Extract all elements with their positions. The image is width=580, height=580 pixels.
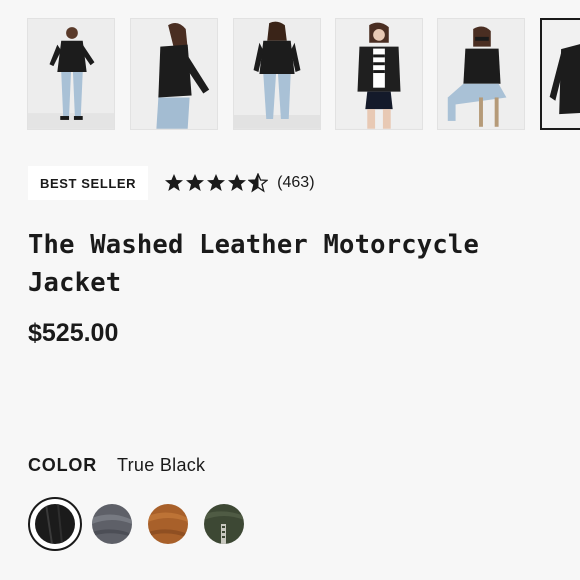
star-rating[interactable]: (463)	[164, 173, 315, 193]
swatch-cognac[interactable]	[148, 504, 188, 544]
thumbnail-front-full[interactable]	[27, 18, 115, 130]
thumbnail-back[interactable]	[233, 18, 321, 130]
swatch-slate-grey[interactable]	[92, 504, 132, 544]
star-icon	[207, 174, 226, 191]
review-count[interactable]: (463)	[277, 174, 314, 192]
swatch-true-black[interactable]	[28, 497, 82, 551]
selected-color-name: True Black	[117, 455, 206, 475]
product-title: The Washed Leather Motorcycle Jacket	[28, 230, 480, 298]
star-icon	[228, 174, 247, 191]
color-selector-header: COLOR True Black	[28, 455, 205, 476]
thumbnail-front-shorts[interactable]	[335, 18, 423, 130]
thumbnail-side[interactable]	[130, 18, 218, 130]
image-thumbnail-strip	[0, 0, 580, 140]
color-label: COLOR	[28, 455, 97, 475]
thumbnail-seated[interactable]	[437, 18, 525, 130]
best-seller-badge: BEST SELLER	[28, 166, 149, 200]
thumbnail-flat-lay[interactable]	[540, 18, 580, 130]
swatch-olive[interactable]	[204, 504, 244, 544]
star-icon	[186, 174, 205, 191]
star-half-icon	[248, 173, 269, 193]
badge-rating-row: BEST SELLER (463)	[28, 166, 315, 200]
star-icon	[165, 174, 184, 191]
product-price: $525.00	[28, 319, 119, 347]
swatch-true-black-fill	[35, 504, 75, 544]
